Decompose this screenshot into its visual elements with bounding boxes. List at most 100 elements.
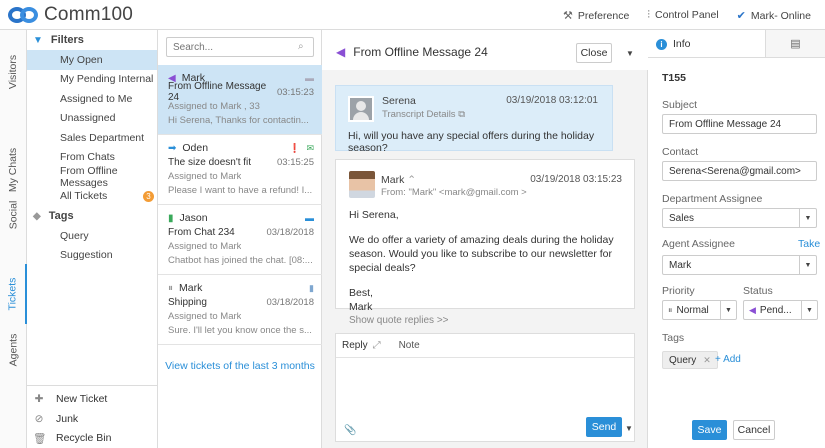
filters-panel: ▼ Filters My Open My Pending Internal Ass…: [27, 30, 158, 448]
department-select[interactable]: Sales ▼: [662, 208, 817, 228]
tab-note[interactable]: Note: [399, 340, 420, 351]
ticket-id: T155: [662, 72, 686, 84]
status-value: Pend...: [759, 304, 792, 316]
plus-icon: ✚: [34, 393, 44, 406]
agent-message: Mark ⌃ From: "Mark" <mark@gmail.com > 03…: [335, 159, 635, 326]
department-label: Department Assignee: [662, 193, 763, 205]
recycle-bin-button[interactable]: 🗑 Recycle Bin: [27, 429, 158, 448]
ticket-time: 03/18/2018: [266, 226, 314, 238]
subject-field[interactable]: From Offline Message 24: [662, 114, 817, 134]
ticket-preview: Please I want to have a refund! I...: [168, 184, 313, 196]
contact-label: Contact: [662, 146, 699, 158]
ticket-preview: Sure. I'll let you know once the s...: [168, 324, 312, 336]
agent-status-button[interactable]: ✔ Mark- Online: [737, 9, 811, 22]
ticket-assigned: Assigned to Mark: [168, 310, 242, 322]
bottom-actions: ✚ New Ticket ⊘ Junk 🗑 Recycle Bin: [27, 384, 158, 448]
ticket-preview: Hi Serena, Thanks for contactin...: [168, 114, 309, 126]
contact-field[interactable]: Serena<Serena@gmail.com>: [662, 161, 817, 181]
ticket-preview: Chatbot has joined the chat. [08:...: [168, 254, 313, 266]
status-select[interactable]: ◀ Pend... ▼: [743, 300, 818, 320]
search-icon[interactable]: ⌕: [298, 41, 304, 52]
chevron-up-icon[interactable]: ⌃: [407, 174, 416, 186]
tab-agents[interactable]: Agents: [0, 320, 27, 380]
chevron-down-icon[interactable]: ▼: [625, 424, 633, 433]
filter-unassigned[interactable]: Unassigned: [27, 109, 157, 129]
tab-social-label: Social: [7, 200, 20, 230]
new-ticket-button[interactable]: ✚ New Ticket: [27, 390, 158, 410]
tags-heading[interactable]: ◆ Tags: [27, 206, 157, 226]
ticket-assigned: Assigned to Mark: [168, 240, 242, 252]
ticket-item[interactable]: ▮ Jason ▬ From Chat 234 03/18/2018 Assigned…: [158, 205, 322, 275]
paperclip-icon[interactable]: 📎: [344, 425, 356, 436]
chevron-down-icon[interactable]: ▼: [626, 49, 634, 58]
tab-tickets[interactable]: Tickets: [0, 264, 27, 324]
info-panel: i Info ▤ T155 Subject From Offline Messag…: [648, 30, 825, 448]
tab-info[interactable]: i Info: [648, 30, 766, 58]
filter-all-tickets[interactable]: All Tickets 3: [27, 187, 157, 207]
tab-reply[interactable]: Reply ⤢: [342, 340, 381, 351]
ticket-name: Oden: [182, 142, 209, 154]
agent-assignee-select[interactable]: Mark ▼: [662, 255, 817, 275]
arrow-left-icon: ◀: [749, 304, 756, 315]
priority-select[interactable]: ⏸ Normal ▼: [662, 300, 737, 320]
message-greeting: Hi Serena,: [349, 209, 399, 221]
junk-button[interactable]: ⊘ Junk: [27, 409, 158, 429]
wrench-icon: ⚒: [563, 10, 573, 22]
transcript-details-link[interactable]: Transcript Details ⧉: [382, 109, 465, 120]
expand-icon[interactable]: ⤢: [373, 340, 381, 351]
tab-visitors-label: Visitors: [7, 54, 20, 90]
chevron-down-icon: ▼: [799, 256, 816, 274]
tab-visitors[interactable]: Visitors: [0, 42, 27, 102]
chat-bubble-icon: ▬: [305, 213, 314, 223]
ticket-item[interactable]: ➡ Oden ❗ ✉ The size doesn't fit 03:15:25 Ass…: [158, 135, 322, 205]
filter-assigned-to-me[interactable]: Assigned to Me: [27, 89, 157, 109]
take-link[interactable]: Take: [798, 238, 820, 250]
tag-icon: ◆: [33, 210, 41, 222]
brand-logo: Comm100: [8, 4, 133, 26]
control-panel-button[interactable]: ⫶ Control Panel: [647, 9, 718, 22]
add-tag-link[interactable]: + Add: [715, 354, 741, 365]
filter-from-offline-messages[interactable]: From Offline Messages: [27, 165, 157, 189]
show-quote-link[interactable]: Show quote replies >>: [349, 314, 634, 328]
filter-my-open[interactable]: My Open: [27, 50, 157, 70]
filters-heading[interactable]: ▼ Filters: [27, 30, 157, 50]
tag-suggestion[interactable]: Suggestion: [27, 246, 157, 266]
reply-tabs: Reply ⤢ Note: [336, 334, 634, 358]
message-text: We do offer a variety of amazing deals d…: [349, 234, 614, 274]
filter-my-pending-internal[interactable]: My Pending Internal: [27, 70, 157, 90]
trash-icon: 🗑: [33, 432, 47, 445]
pause-icon: ⏸: [168, 282, 173, 294]
send-button[interactable]: Send: [586, 417, 622, 437]
message-body: Hi Serena, We do offer a variety of amaz…: [349, 208, 634, 328]
ban-icon: ⊘: [34, 412, 44, 425]
pause-icon: ⏸: [668, 304, 673, 315]
new-ticket-label: New Ticket: [56, 393, 108, 406]
close-icon[interactable]: ✕: [703, 355, 711, 366]
brand-name: Comm100: [44, 4, 134, 25]
view-more-link[interactable]: View tickets of the last 3 months: [158, 360, 322, 372]
ticket-item[interactable]: ◀ Mark ▬ From Offline Message 24 03:15:23 A…: [158, 65, 322, 135]
preference-button[interactable]: ⚒ Preference: [563, 9, 629, 22]
transcript-details-label: Transcript Details: [382, 109, 456, 120]
filter-label: From Chats: [60, 151, 115, 164]
tab-notes[interactable]: ▤: [766, 30, 825, 57]
document-icon: ▮: [168, 212, 174, 224]
search-input[interactable]: [166, 37, 314, 57]
message-from: From: "Mark" <mark@gmail.com >: [381, 187, 527, 198]
save-button[interactable]: Save: [692, 420, 727, 440]
chat-bubble-icon: ▬: [305, 73, 314, 83]
sliders-icon: ⫶: [647, 9, 651, 21]
tag-query[interactable]: Query: [27, 226, 157, 246]
arrow-right-icon: ➡: [168, 142, 177, 154]
filter-sales-department[interactable]: Sales Department: [27, 128, 157, 148]
cancel-button[interactable]: Cancel: [733, 420, 775, 440]
ticket-item[interactable]: ⏸ Mark ▮ Shipping 03/18/2018 Assigned to Ma…: [158, 275, 322, 345]
control-panel-label: Control Panel: [655, 9, 719, 21]
close-button[interactable]: Close: [576, 43, 612, 63]
check-circle-icon: ✔: [736, 10, 746, 22]
tab-social[interactable]: Social: [0, 185, 27, 245]
tab-tickets-label: Tickets: [6, 277, 19, 311]
ticket-time: 03/18/2018: [266, 296, 314, 308]
info-tabs: i Info ▤: [648, 30, 825, 58]
alert-icon: ❗: [289, 142, 301, 153]
